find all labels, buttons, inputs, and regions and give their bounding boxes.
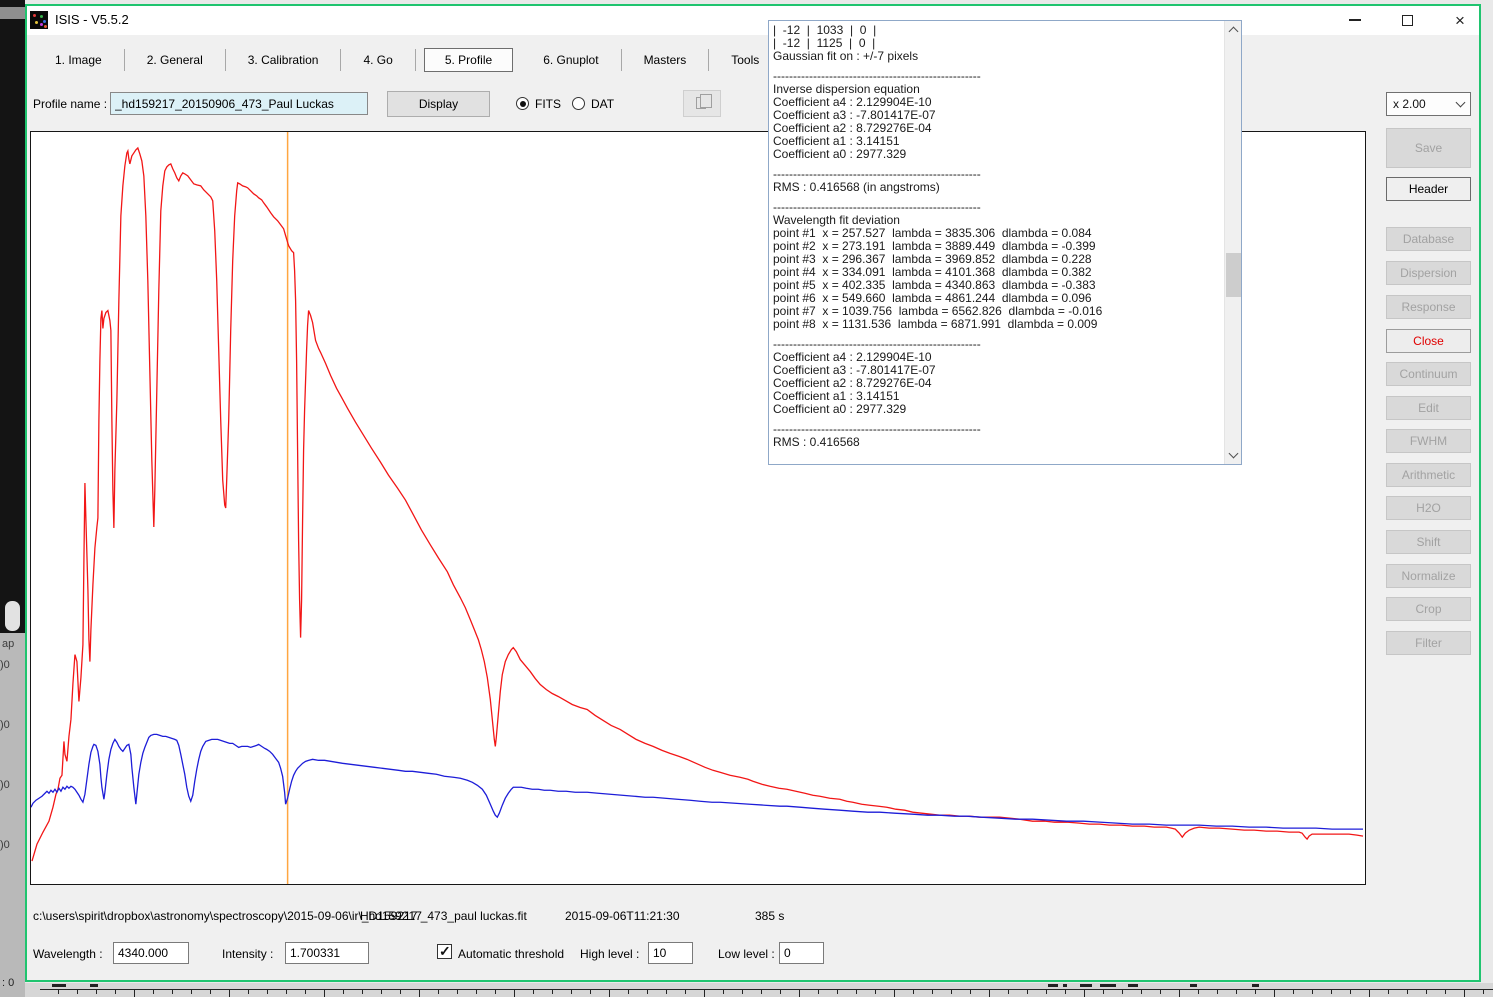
tab-calibration[interactable]: 3. Calibration bbox=[226, 53, 341, 67]
tab-profile[interactable]: 5. Profile bbox=[424, 48, 513, 72]
background-axis-fragment: ap bbox=[2, 638, 14, 650]
calibration-report-content: | -12 | 1033 | 0 || -12 | 1125 | 0 |Gaus… bbox=[773, 24, 1223, 462]
tab-bar: 1. Image 2. General 3. Calibration 4. Go… bbox=[33, 45, 851, 75]
background-axis-ticks-tall bbox=[40, 989, 1493, 997]
background-window-axis-area: ap )0 )0 )0 )0 bbox=[0, 633, 25, 997]
wavelength-label: Wavelength : bbox=[33, 947, 103, 961]
low-level-field[interactable] bbox=[779, 942, 824, 964]
chevron-down-icon bbox=[1456, 98, 1466, 108]
profile-name-label: Profile name : bbox=[33, 97, 107, 111]
window-controls: × bbox=[1340, 10, 1475, 30]
background-scrollbar-thumb bbox=[5, 601, 20, 631]
background-axis-dash bbox=[90, 984, 98, 987]
close-icon: × bbox=[1455, 12, 1465, 29]
continuum-button[interactable]: Continuum bbox=[1386, 362, 1471, 386]
arithmetic-button[interactable]: Arithmetic bbox=[1386, 463, 1471, 487]
exposure-text: 385 s bbox=[755, 909, 784, 923]
wavelength-field[interactable] bbox=[113, 942, 189, 964]
dispersion-button[interactable]: Dispersion bbox=[1386, 261, 1471, 285]
background-axis-fragment: )0 bbox=[0, 659, 10, 671]
background-axis-zero-label: : 0 bbox=[2, 977, 25, 989]
fits-radio[interactable] bbox=[516, 97, 529, 110]
scroll-down-button[interactable] bbox=[1225, 447, 1242, 464]
automatic-threshold-label: Automatic threshold bbox=[458, 947, 564, 961]
fwhm-button[interactable]: FWHM bbox=[1386, 429, 1471, 453]
fits-radio-label: FITS bbox=[535, 97, 561, 111]
filter-button[interactable]: Filter bbox=[1386, 631, 1471, 655]
dat-radio-label: DAT bbox=[591, 97, 614, 111]
background-axis-fragment: )0 bbox=[0, 779, 10, 791]
report-line: point #8 x = 1131.536 lambda = 6871.991 … bbox=[773, 318, 1223, 331]
normalize-button[interactable]: Normalize bbox=[1386, 564, 1471, 588]
background-axis-dash bbox=[1080, 984, 1092, 987]
background-axis-dash bbox=[1252, 984, 1259, 987]
report-line: RMS : 0.416568 bbox=[773, 436, 1223, 449]
maximize-button[interactable] bbox=[1393, 10, 1423, 30]
close-profile-button[interactable]: Close bbox=[1386, 329, 1471, 353]
intensity-label: Intensity : bbox=[222, 947, 273, 961]
report-line: Gaussian fit on : +/-7 pixels bbox=[773, 50, 1223, 63]
chevron-down-icon bbox=[1229, 449, 1239, 459]
zoom-level-value: x 2.00 bbox=[1393, 97, 1426, 111]
calibration-report-textbox[interactable]: | -12 | 1033 | 0 || -12 | 1125 | 0 |Gaus… bbox=[768, 20, 1242, 465]
minimize-button[interactable] bbox=[1340, 10, 1370, 30]
background-axis-fragment: )0 bbox=[0, 719, 10, 731]
shift-button[interactable]: Shift bbox=[1386, 530, 1471, 554]
dat-radio[interactable] bbox=[572, 97, 585, 110]
report-line: RMS : 0.416568 (in angstroms) bbox=[773, 181, 1223, 194]
popup-scrollbar[interactable] bbox=[1224, 21, 1241, 464]
tab-separator bbox=[415, 49, 416, 71]
automatic-threshold-checkbox[interactable] bbox=[437, 944, 452, 959]
titlebar bbox=[27, 6, 1479, 35]
tab-go[interactable]: 4. Go bbox=[341, 53, 414, 67]
background-axis-dash bbox=[52, 984, 66, 987]
low-level-label: Low level : bbox=[718, 947, 775, 961]
intensity-field[interactable] bbox=[285, 942, 369, 964]
copy-profile-button[interactable] bbox=[683, 90, 721, 117]
zoom-level-select[interactable]: x 2.00 bbox=[1386, 92, 1471, 116]
background-axis-dash bbox=[1100, 984, 1116, 987]
report-line: Coefficient a0 : 2977.329 bbox=[773, 403, 1223, 416]
scroll-up-button[interactable] bbox=[1225, 21, 1242, 38]
high-level-label: High level : bbox=[580, 947, 639, 961]
profile-name-input[interactable] bbox=[110, 92, 368, 115]
maximize-icon bbox=[1402, 15, 1413, 26]
database-button[interactable]: Database bbox=[1386, 227, 1471, 251]
minimize-icon bbox=[1349, 19, 1361, 21]
background-window-artifact bbox=[0, 7, 25, 19]
background-axis-fragment: )0 bbox=[0, 839, 10, 851]
chevron-up-icon bbox=[1229, 27, 1239, 37]
background-window-strip bbox=[0, 0, 25, 633]
fits-radio-dot bbox=[520, 101, 526, 107]
series-reference-spectrum-blue bbox=[31, 734, 1363, 829]
file-name-text: HD159217 _473_paul luckas.fit bbox=[360, 909, 527, 923]
display-button[interactable]: Display bbox=[387, 91, 490, 117]
tab-general[interactable]: 2. General bbox=[125, 53, 225, 67]
header-button[interactable]: Header bbox=[1386, 177, 1471, 201]
scrollbar-thumb[interactable] bbox=[1226, 253, 1241, 297]
isis-app-icon bbox=[30, 11, 48, 29]
background-axis-dash bbox=[1048, 984, 1058, 987]
response-button[interactable]: Response bbox=[1386, 295, 1471, 319]
report-line: Coefficient a0 : 2977.329 bbox=[773, 148, 1223, 161]
background-axis-dash bbox=[1190, 984, 1197, 987]
h2o-button[interactable]: H2O bbox=[1386, 496, 1471, 520]
high-level-field[interactable] bbox=[648, 942, 693, 964]
crop-button[interactable]: Crop bbox=[1386, 597, 1471, 621]
edit-button[interactable]: Edit bbox=[1386, 396, 1471, 420]
tab-masters[interactable]: Masters bbox=[622, 53, 709, 67]
window-title: ISIS - V5.5.2 bbox=[55, 12, 129, 27]
background-axis-dash bbox=[1063, 984, 1067, 987]
timestamp-text: 2015-09-06T11:21:30 bbox=[565, 909, 680, 923]
background-axis-dash bbox=[1128, 984, 1138, 987]
copy-icon bbox=[696, 97, 706, 109]
tab-image[interactable]: 1. Image bbox=[33, 53, 124, 67]
save-button[interactable]: Save bbox=[1386, 128, 1471, 168]
close-button[interactable]: × bbox=[1445, 10, 1475, 30]
tab-gnuplot[interactable]: 6. Gnuplot bbox=[521, 53, 620, 67]
